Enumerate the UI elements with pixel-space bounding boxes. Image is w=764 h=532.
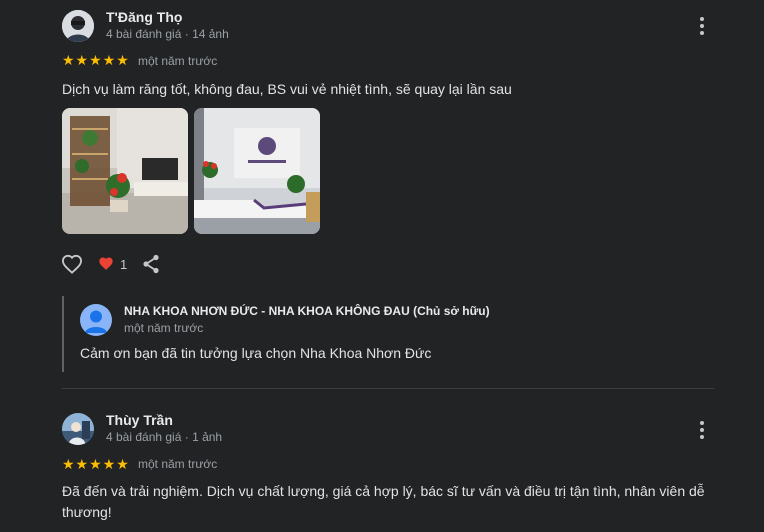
reviewer-avatar[interactable] — [62, 413, 94, 445]
star-rating: ★★★★★ — [62, 456, 130, 472]
review-photo[interactable] — [62, 108, 188, 234]
reviewer-name[interactable]: Thùy Trần — [106, 412, 173, 428]
owner-avatar — [80, 304, 112, 336]
heart-reaction-icon[interactable] — [98, 256, 114, 271]
reply-text: Cảm ơn bạn đã tin tưởng lựa chọn Nha Kho… — [80, 345, 432, 361]
reply-divider — [62, 296, 64, 372]
review-photo[interactable] — [194, 108, 320, 234]
review-time: một năm trước — [138, 457, 218, 471]
share-icon[interactable] — [142, 254, 160, 274]
reviewer-meta: 4 bài đánh giá · 14 ảnh — [106, 27, 229, 41]
more-options-icon[interactable] — [698, 17, 706, 37]
review-text: Đã đến và trải nghiệm. Dịch vụ chất lượn… — [62, 483, 705, 520]
reply-time: một năm trước — [124, 321, 204, 335]
reviewer-avatar[interactable] — [62, 10, 94, 42]
review-text: Dịch vụ làm răng tốt, không đau, BS vui … — [62, 81, 512, 97]
reviewer-name[interactable]: T'Đăng Thọ — [106, 9, 182, 25]
like-count: 1 — [120, 257, 128, 272]
review-separator — [62, 388, 714, 389]
like-icon[interactable] — [61, 254, 83, 274]
star-rating: ★★★★★ — [62, 52, 130, 68]
owner-name: NHA KHOA NHƠN ĐỨC - NHA KHOA KHÔNG ĐAU (… — [124, 304, 490, 318]
reviewer-meta: 4 bài đánh giá · 1 ảnh — [106, 430, 223, 444]
review-time: một năm trước — [138, 54, 218, 68]
more-options-icon[interactable] — [698, 421, 706, 441]
